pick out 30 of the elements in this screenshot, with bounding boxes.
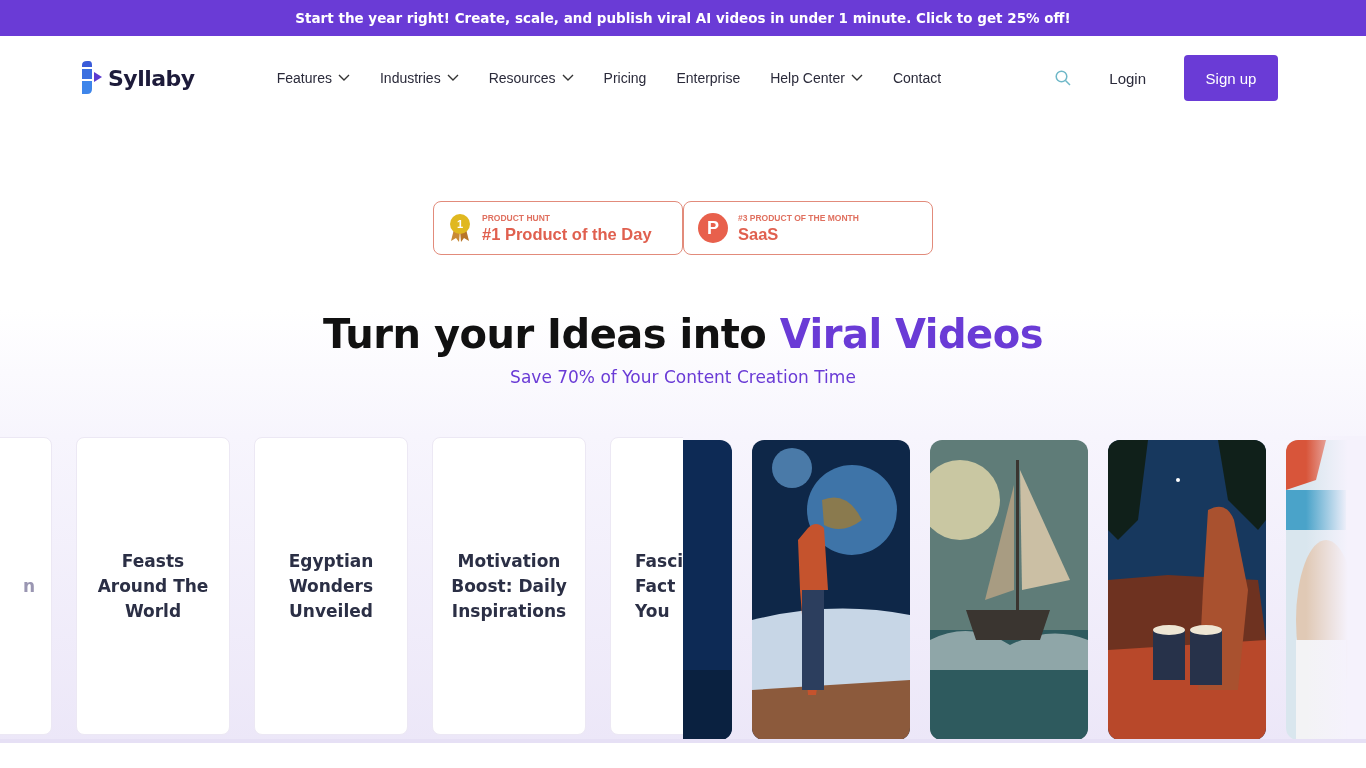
nav-link[interactable]: Industries <box>379 70 459 86</box>
search-icon[interactable] <box>1055 70 1072 86</box>
product-hunt-logo-icon: P <box>698 213 728 243</box>
topic-card[interactable]: Feasts Around The World <box>76 437 230 735</box>
topic-title: Feasts Around The World <box>96 549 210 623</box>
nav-link[interactable]: Features <box>276 70 350 86</box>
badge-title: SaaS <box>738 224 780 244</box>
nav-link[interactable]: Resources <box>488 70 574 86</box>
hero-headline: Turn your Ideas into Viral Videos <box>322 311 1044 357</box>
topic-title: Egyptian Wonders Unveiled <box>287 549 375 623</box>
badge-title: #1 Product of the Day <box>482 224 652 244</box>
nav-link[interactable]: Contact <box>892 70 942 86</box>
topic-card[interactable]: Fasci Fact You <box>610 437 683 735</box>
logo-text: Syllaby <box>108 65 195 91</box>
login-link[interactable]: Login <box>1109 69 1146 87</box>
nav-link[interactable]: Help Center <box>770 70 863 86</box>
badge-caption: #3 PRODUCT OF THE MONTH <box>738 212 859 223</box>
badge-caption: PRODUCT HUNT <box>482 212 551 223</box>
topic-card[interactable]: Motivation Boost: Daily Inspirations <box>432 437 586 735</box>
topic-title: n <box>21 574 36 598</box>
topic-card[interactable]: Egyptian Wonders Unveiled <box>254 437 408 735</box>
nav-link[interactable]: Pricing <box>603 70 647 86</box>
award-badge[interactable]: P #3 PRODUCT OF THE MONTH SaaS <box>683 201 933 255</box>
hero-subtitle: Save 70% of Your Content Creation Time <box>510 367 856 387</box>
topic-title: Fasci Fact You <box>634 549 683 623</box>
logo-icon <box>82 61 102 95</box>
award-badge[interactable]: 1 PRODUCT HUNT #1 Product of the Day <box>433 201 683 255</box>
signup-button[interactable]: Sign up <box>1184 55 1278 101</box>
topic-title: Motivation Boost: Daily Inspirations <box>450 549 568 623</box>
nav-link[interactable]: Enterprise <box>676 70 741 86</box>
